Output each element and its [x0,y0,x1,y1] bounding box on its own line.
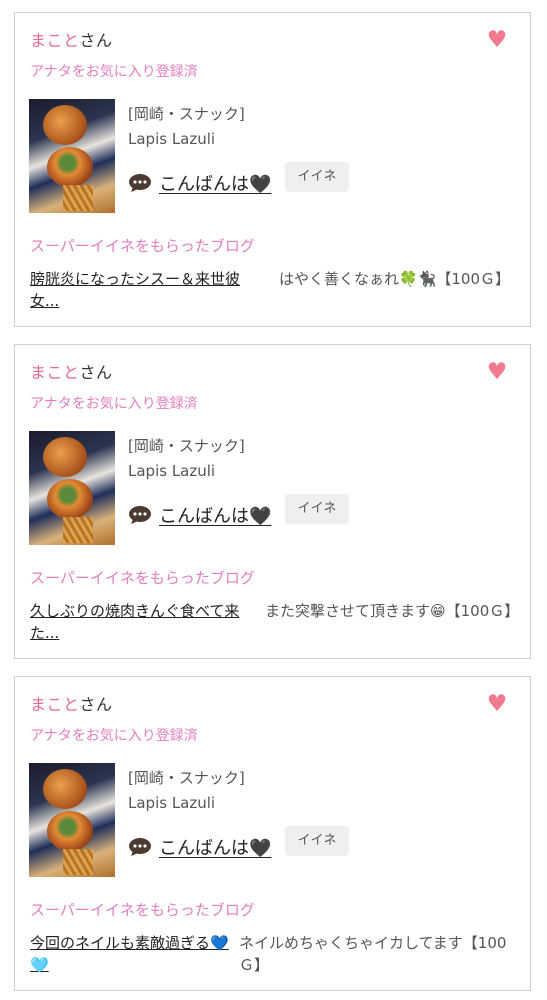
speech-bubble-icon [129,174,151,192]
shop-category: [岡崎・スナック] [128,769,245,787]
user-name-suffix: さん [79,363,113,382]
heart-icon[interactable]: ♥ [486,693,508,716]
blog-title-link[interactable]: 今回のネイルも素敵過ぎる💙🩵 [30,932,234,976]
fan-card: まことさん ♥ アナタをお気に入り登録済 [岡崎・スナック] Lapis Laz… [14,676,531,991]
shop-thumbnail[interactable] [29,99,115,213]
fan-card: まことさん ♥ アナタをお気に入り登録済 [岡崎・スナック] Lapis Laz… [14,12,531,327]
blog-comment: ネイルめちゃくちゃイカしてます【100Ｇ】 [239,934,507,974]
shop-category: [岡崎・スナック] [128,105,245,123]
like-button[interactable]: イイネ [285,162,349,192]
favorite-status: アナタをお気に入り登録済 [30,64,198,80]
shop-name: Lapis Lazuli [128,130,216,148]
user-name-link[interactable]: まこと [30,31,80,50]
heart-icon[interactable]: ♥ [486,361,508,384]
super-like-heading: スーパーイイネをもらったブログ [30,569,255,587]
fan-card: まことさん ♥ アナタをお気に入り登録済 [岡崎・スナック] Lapis Laz… [14,344,531,659]
shop-name: Lapis Lazuli [128,794,216,812]
speech-bubble-icon [129,838,151,856]
speech-bubble-icon [129,506,151,524]
message-row: こんばんは🖤 [128,834,271,860]
user-name[interactable]: まことさん [30,691,113,715]
message-link[interactable]: こんばんは🖤 [159,170,271,196]
message-row: こんばんは🖤 [128,502,271,528]
favorite-status: アナタをお気に入り登録済 [30,728,198,744]
message-link[interactable]: こんばんは🖤 [159,834,271,860]
super-like-heading: スーパーイイネをもらったブログ [30,901,255,919]
blog-comment: はやく善くなぁれ🍀🐈‍⬛【100Ｇ】 [279,270,510,288]
user-name-suffix: さん [79,695,113,714]
heart-icon[interactable]: ♥ [486,29,508,52]
super-like-heading: スーパーイイネをもらったブログ [30,237,255,255]
favorite-status: アナタをお気に入り登録済 [30,396,198,412]
message-row: こんばんは🖤 [128,170,271,196]
message-link[interactable]: こんばんは🖤 [159,502,271,528]
user-name-link[interactable]: まこと [30,363,80,382]
blog-title-link[interactable]: 膀胱炎になったシスー＆来世彼女... [30,268,266,312]
shop-name: Lapis Lazuli [128,462,216,480]
blog-title-link[interactable]: 久しぶりの焼肉きんぐ食べて来た... [30,600,252,644]
shop-category: [岡崎・スナック] [128,437,245,455]
user-name-suffix: さん [79,31,113,50]
user-name-link[interactable]: まこと [30,695,80,714]
shop-thumbnail[interactable] [29,431,115,545]
like-button[interactable]: イイネ [285,494,349,524]
blog-comment: また突撃させて頂きます😁【100Ｇ】 [265,602,520,620]
user-name[interactable]: まことさん [30,359,113,383]
shop-thumbnail[interactable] [29,763,115,877]
user-name[interactable]: まことさん [30,27,113,51]
like-button[interactable]: イイネ [285,826,349,856]
